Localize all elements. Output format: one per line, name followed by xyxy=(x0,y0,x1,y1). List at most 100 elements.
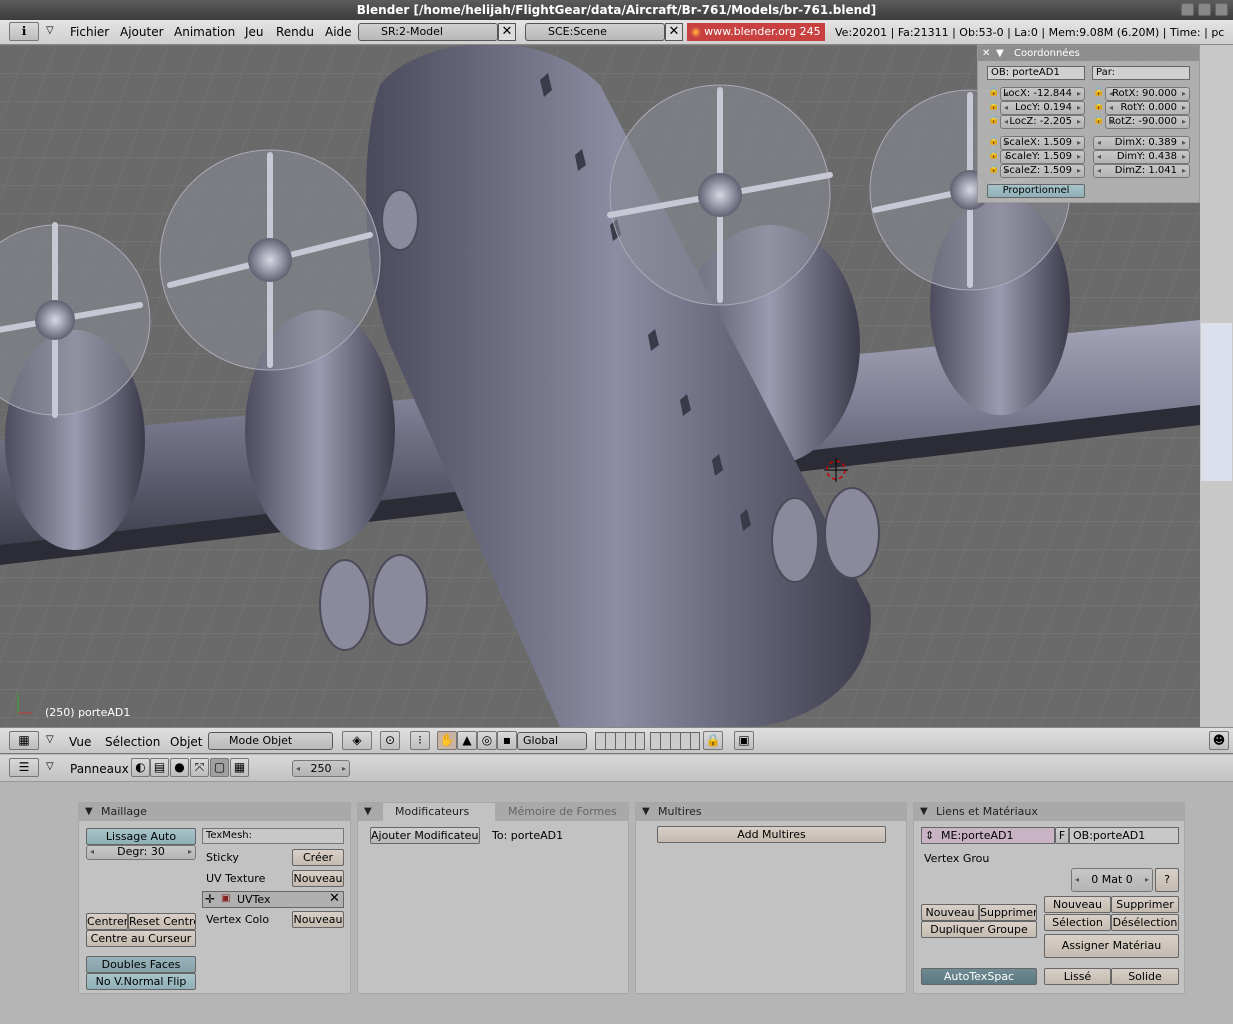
select-material-button[interactable]: Sélection xyxy=(1044,914,1111,931)
3d-viewport[interactable]: (250) porteAD1 ✕ ▼ Coordonnées OB: porte… xyxy=(0,45,1200,727)
draw-type-icon[interactable]: ◈ xyxy=(342,731,372,750)
manipulator-icon[interactable]: ▪ xyxy=(497,731,517,750)
new-uvtexture-button[interactable]: Nouveau xyxy=(292,870,344,887)
buttons-window-type-icon[interactable]: ☰ xyxy=(9,758,39,777)
center-cursor-button[interactable]: Centre au Curseur xyxy=(86,930,196,947)
roty-field[interactable]: RotY: 0.000 xyxy=(1105,101,1190,115)
texmesh-field[interactable]: TexMesh: xyxy=(202,828,344,844)
tab-shape-keys[interactable]: Mémoire de Formes xyxy=(508,803,617,821)
mesh-browse-icon[interactable]: ⇕ xyxy=(925,828,934,843)
menu-jeu[interactable]: Jeu xyxy=(245,25,264,39)
rotate-tool-icon[interactable]: ▲ xyxy=(457,731,477,750)
render-preview-icon[interactable]: ▣ xyxy=(734,731,754,750)
material-help-button[interactable]: ? xyxy=(1155,868,1179,892)
no-vnormal-flip-button[interactable]: No V.Normal Flip xyxy=(86,973,196,990)
viewport-scrollbar[interactable] xyxy=(1200,45,1233,727)
lock-scalez-icon[interactable]: 🔒 xyxy=(988,164,999,177)
new-vgroup-button[interactable]: Nouveau xyxy=(921,904,979,921)
menu-ajouter[interactable]: Ajouter xyxy=(120,25,164,39)
view-type-icon[interactable]: ▦ xyxy=(9,731,39,750)
lock-scalex-icon[interactable]: 🔒 xyxy=(988,136,999,149)
scale-tool-icon[interactable]: ◎ xyxy=(477,731,497,750)
create-sticky-button[interactable]: Créer xyxy=(292,849,344,866)
locz-field[interactable]: LocZ: -2.205 xyxy=(1000,115,1085,129)
lock-scaley-icon[interactable]: 🔒 xyxy=(988,150,999,163)
add-multires-button[interactable]: Add Multires xyxy=(657,826,886,843)
menu-aide[interactable]: Aide xyxy=(325,25,352,39)
collapse-menu-icon[interactable]: ▽ xyxy=(46,25,54,36)
delete-vgroup-button[interactable]: Supprimer xyxy=(979,904,1037,921)
dimx-field[interactable]: DimX: 0.389 xyxy=(1093,136,1190,150)
menu-animation[interactable]: Animation xyxy=(174,25,235,39)
rotz-field[interactable]: RotZ: -90.000 xyxy=(1105,115,1190,129)
shading-context-icon[interactable]: ● xyxy=(170,758,189,777)
proportional-button[interactable]: Proportionnel xyxy=(987,184,1085,198)
add-modifier-button[interactable]: Ajouter Modificateur xyxy=(370,827,480,844)
layer-buttons-1[interactable] xyxy=(595,732,645,750)
menu-fichier[interactable]: Fichier xyxy=(70,25,109,39)
reset-center-button[interactable]: Reset Centre xyxy=(128,913,196,930)
close-window-icon[interactable] xyxy=(1215,3,1228,16)
info-window-type-icon[interactable]: ℹ xyxy=(9,22,39,41)
orientation-selector[interactable]: Global xyxy=(517,732,587,750)
frame-field[interactable]: 250 xyxy=(292,760,350,777)
object-context-icon[interactable]: ⤧ xyxy=(190,758,209,777)
new-material-button[interactable]: Nouveau xyxy=(1044,896,1111,913)
scene-context-icon[interactable]: ▦ xyxy=(230,758,249,777)
grab-tool-icon[interactable]: ✋ xyxy=(437,731,457,750)
delete-material-button[interactable]: Supprimer xyxy=(1111,896,1179,913)
minimize-icon[interactable] xyxy=(1181,3,1194,16)
locx-field[interactable]: LocX: -12.844 xyxy=(1000,87,1085,101)
lock-locz-icon[interactable]: 🔒 xyxy=(988,115,999,128)
autosmooth-button[interactable]: Lissage Auto xyxy=(86,828,196,845)
layer-buttons-2[interactable] xyxy=(650,732,700,750)
scaley-field[interactable]: ScaleY: 1.509 xyxy=(1000,150,1085,164)
uvtex-layer[interactable]: ✛ ▣ UVTex ✕ xyxy=(202,891,344,908)
mesh-datablock-field[interactable]: ⇕ ME:porteAD1 xyxy=(921,827,1055,844)
delete-scene-icon[interactable]: ✕ xyxy=(665,23,683,41)
material-index-field[interactable]: 0 Mat 0 xyxy=(1071,868,1153,892)
rotx-field[interactable]: RotX: 90.000 xyxy=(1105,87,1190,101)
lock-rotz-icon[interactable]: 🔒 xyxy=(1093,115,1104,128)
scalez-field[interactable]: ScaleZ: 1.509 xyxy=(1000,164,1085,178)
close-panel-icon[interactable]: ✕ xyxy=(982,46,990,61)
set-smooth-button[interactable]: Lissé xyxy=(1044,968,1111,985)
menu-objet[interactable]: Objet xyxy=(170,735,202,749)
lock-locx-icon[interactable]: 🔒 xyxy=(988,87,999,100)
parent-field[interactable]: Par: xyxy=(1092,66,1190,80)
editing-context-icon[interactable]: ▢ xyxy=(210,758,229,777)
collapse-header-icon[interactable]: ▽ xyxy=(46,734,54,745)
scene-selector[interactable]: SCE:Scene xyxy=(525,23,665,41)
multires-panel-header[interactable]: Multires xyxy=(636,803,906,821)
collapse-buttons-header-icon[interactable]: ▽ xyxy=(46,761,54,772)
set-solid-button[interactable]: Solide xyxy=(1111,968,1179,985)
pivot-icon[interactable]: ⊙ xyxy=(380,731,400,750)
lock-locy-icon[interactable]: 🔒 xyxy=(988,101,999,114)
deselect-material-button[interactable]: Désélection xyxy=(1111,914,1179,931)
degree-field[interactable]: Degr: 30 xyxy=(86,845,196,860)
links-panel-header[interactable]: Liens et Matériaux xyxy=(914,803,1184,821)
maximize-icon[interactable] xyxy=(1198,3,1211,16)
dimy-field[interactable]: DimY: 0.438 xyxy=(1093,150,1190,164)
tab-modifiers[interactable]: Modificateurs xyxy=(383,803,495,821)
duplicate-group-button[interactable]: Dupliquer Groupe xyxy=(921,921,1037,938)
dimz-field[interactable]: DimZ: 1.041 xyxy=(1093,164,1190,178)
blender-website-link[interactable]: ◉ www.blender.org 245 xyxy=(687,23,825,41)
lock-layers-icon[interactable]: 🔒 xyxy=(703,731,723,750)
menu-selection[interactable]: Sélection xyxy=(105,735,160,749)
autotexspace-button[interactable]: AutoTexSpac xyxy=(921,968,1037,985)
collapse-icon[interactable]: ▼ xyxy=(996,46,1004,61)
active-uv-icon[interactable]: ✛ xyxy=(205,892,215,906)
object-datablock-field[interactable]: OB:porteAD1 xyxy=(1069,827,1179,844)
screen-selector[interactable]: SR:2-Model xyxy=(358,23,498,41)
menu-vue[interactable]: Vue xyxy=(69,735,91,749)
new-vertexcolor-button[interactable]: Nouveau xyxy=(292,911,344,928)
corner-icon[interactable]: ☻ xyxy=(1209,731,1229,750)
scroll-thumb[interactable] xyxy=(1201,323,1232,481)
lock-rotx-icon[interactable]: 🔒 xyxy=(1093,87,1104,100)
object-name-field[interactable]: OB: porteAD1 xyxy=(987,66,1085,80)
fake-user-button[interactable]: F xyxy=(1055,827,1069,844)
assign-material-button[interactable]: Assigner Matériau xyxy=(1044,934,1179,958)
layers-icon[interactable]: ⁝ xyxy=(410,731,430,750)
delete-uvtex-icon[interactable]: ✕ xyxy=(329,891,340,906)
